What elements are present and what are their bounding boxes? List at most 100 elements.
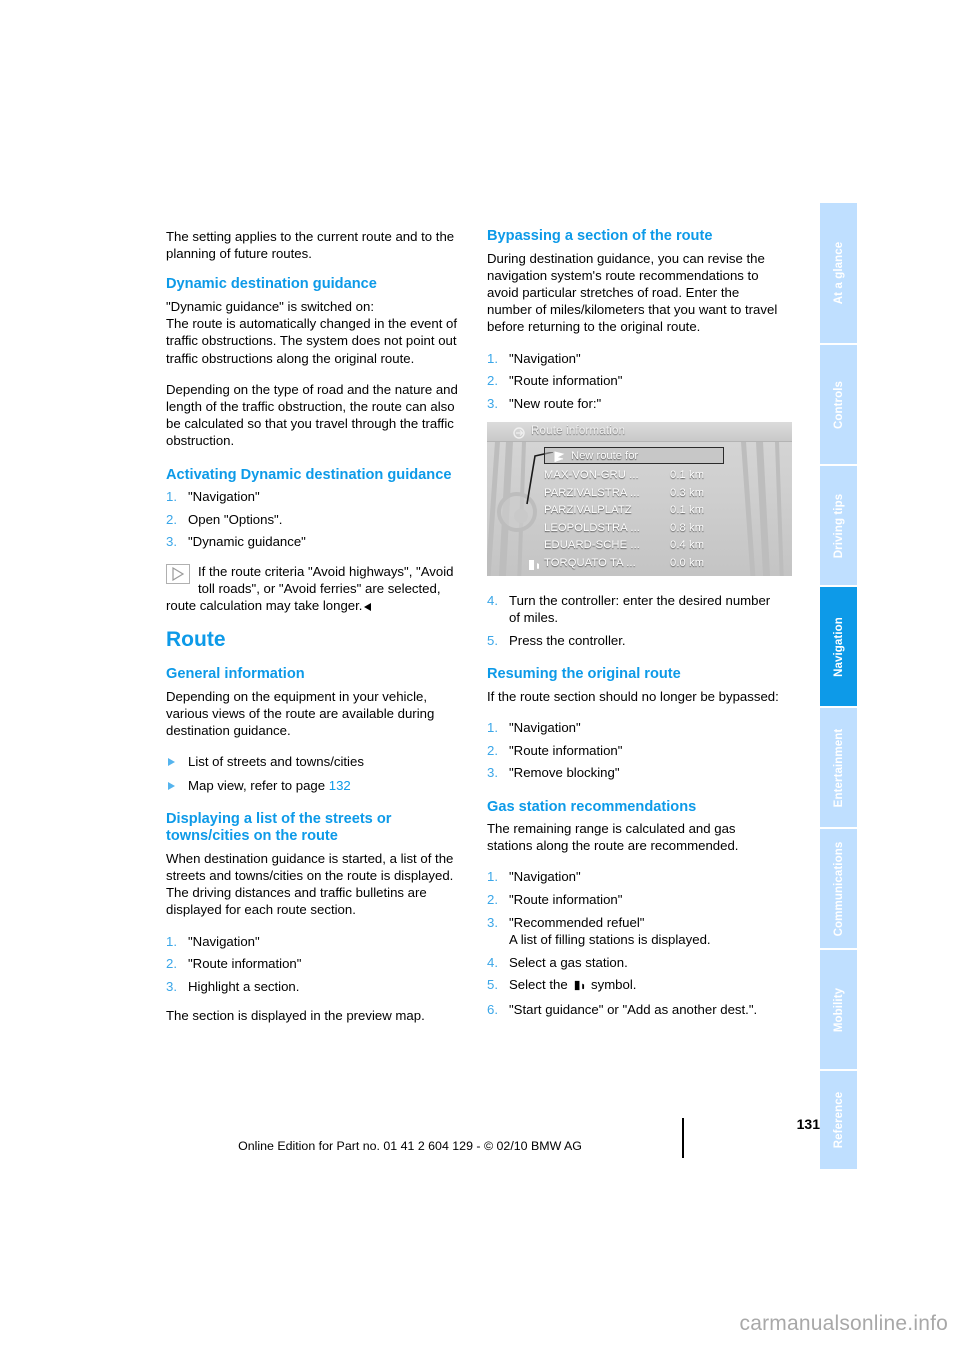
table-row[interactable]: LEOPOLDSTRA ... 0.8 km <box>544 521 729 539</box>
dynamic-guidance-paragraph-2: Depending on the type of road and the na… <box>166 381 458 449</box>
tab-label: Navigation <box>832 616 845 677</box>
tab-entertainment[interactable]: Entertainment <box>820 708 857 827</box>
tab-label: Mobility <box>832 987 845 1032</box>
list-item: "Recommended refuel" A list of filling s… <box>487 914 784 948</box>
flag-icon <box>552 450 566 463</box>
list-item: "Dynamic guidance" <box>166 533 306 550</box>
heading-general-information: General information <box>166 666 305 683</box>
list-item: Select a gas station. <box>487 954 784 971</box>
manual-page: At a glance Controls Driving tips Naviga… <box>0 0 960 1358</box>
heading-bypassing-a-section: Bypassing a section of the route <box>487 228 713 244</box>
left-text-column: The setting applies to the current route… <box>166 228 463 1038</box>
list-item: "Navigation" <box>166 933 260 950</box>
idrive-header-bar: Route information <box>487 422 792 443</box>
note-triangle-icon <box>166 563 190 584</box>
list-item: Open "Options". <box>166 511 283 528</box>
tab-controls[interactable]: Controls <box>820 345 857 464</box>
street-name: MAX-VON-GRU ... <box>544 469 639 482</box>
route-info-icon <box>513 426 525 439</box>
list-item: Turn the controller: enter the desired n… <box>487 592 771 626</box>
tab-label: Entertainment <box>832 728 845 807</box>
list-item: Map view, refer to page 132 <box>166 777 463 794</box>
street-distance: 0.8 km <box>670 521 705 534</box>
list-item: "Remove blocking" <box>487 764 620 781</box>
resuming-paragraph: If the route section should no longer be… <box>487 688 779 704</box>
list-item: "Navigation" <box>166 488 260 505</box>
step-text: "Navigation" <box>509 869 581 885</box>
tab-navigation[interactable]: Navigation <box>820 587 857 706</box>
street-name: PARZIVALSTRA ... <box>544 486 640 499</box>
route-views-bullet-list: List of streets and towns/cities Map vie… <box>166 753 463 793</box>
tab-label: Controls <box>832 380 845 429</box>
site-watermark: carmanualsonline.info <box>739 1312 948 1335</box>
page-reference-link[interactable]: 132 <box>329 778 351 793</box>
street-name: PARZIVALPLATZ <box>544 504 632 517</box>
idrive-header-title: Route information <box>531 425 626 438</box>
list-item: Press the controller. <box>487 632 626 649</box>
bypassing-steps-4-5: Turn the controller: enter the desired n… <box>487 592 784 649</box>
general-information-paragraph: Depending on the equipment in your vehic… <box>166 688 435 739</box>
heading-displaying-list-of-streets: Displaying a list of the streets or town… <box>166 810 392 845</box>
bullet-text: List of streets and towns/cities <box>188 754 364 770</box>
resuming-steps: "Navigation" "Route information" "Remove… <box>487 719 784 782</box>
list-item: List of streets and towns/cities <box>166 753 463 770</box>
tab-label: Communications <box>832 841 845 936</box>
table-row[interactable]: PARZIVALPLATZ 0.1 km <box>544 503 729 521</box>
activating-steps-list: "Navigation" Open "Options". "Dynamic gu… <box>166 488 463 551</box>
idrive-selected-row-new-route-for[interactable]: New route for <box>544 447 724 465</box>
list-item: "Navigation" <box>487 868 784 885</box>
tab-label: At a glance <box>832 241 845 305</box>
step-text-suffix: symbol. <box>591 977 637 993</box>
tab-communications[interactable]: Communications <box>820 829 857 948</box>
list-item: "Start guidance" or "Add as another dest… <box>487 1001 784 1018</box>
map-road-line <box>774 422 784 577</box>
bypassing-paragraph: During destination guidance, you can rev… <box>487 250 778 335</box>
tab-at-a-glance[interactable]: At a glance <box>820 203 857 343</box>
displaying-list-steps: "Navigation" "Route information" Highlig… <box>166 933 463 996</box>
heading-route: Route <box>166 628 226 652</box>
list-item: "Navigation" <box>487 350 581 367</box>
displaying-list-closing: The section is displayed in the preview … <box>166 1008 425 1024</box>
tab-label: Reference <box>832 1091 845 1149</box>
table-row[interactable]: TORQUATO TA ... 0.0 km <box>529 556 729 574</box>
idrive-route-list: MAX-VON-GRU ... 0.1 km PARZIVALSTRA ... … <box>529 468 729 574</box>
tab-driving-tips[interactable]: Driving tips <box>820 466 857 585</box>
heading-dynamic-destination-guidance: Dynamic destination guidance <box>166 276 377 293</box>
table-row[interactable]: MAX-VON-GRU ... 0.1 km <box>544 468 729 486</box>
heading-resuming-the-original-route: Resuming the original route <box>487 666 681 683</box>
chapter-tab-rail: At a glance Controls Driving tips Naviga… <box>820 203 857 1169</box>
step-text: "Start guidance" or "Add as another dest… <box>509 1002 758 1018</box>
gas-station-paragraph: The remaining range is calculated and ga… <box>487 821 739 854</box>
heading-activating-dynamic-destination-guidance: Activating Dynamic destination guidance <box>166 466 452 483</box>
table-row[interactable]: EDUARD-SCHE ... 0.4 km <box>544 538 729 556</box>
dynamic-guidance-paragraph-1: "Dynamic guidance" is switched on: The r… <box>166 298 458 366</box>
idrive-selected-row-label: New route for <box>571 450 639 463</box>
street-name: LEOPOLDSTRA ... <box>544 521 641 534</box>
step-text: "Recommended refuel" <box>509 914 645 930</box>
bypassing-steps-1-3: "Navigation" "Route information" "New ro… <box>487 350 784 413</box>
displaying-list-paragraph: When destination guidance is started, a … <box>166 850 454 918</box>
step-text: Select a gas station. <box>509 954 628 970</box>
list-item: Select the symbol. <box>487 976 784 995</box>
heading-gas-station-recommendations: Gas station recommendations <box>487 798 697 815</box>
list-item: "Route information" <box>487 891 784 908</box>
intro-paragraph: The setting applies to the current route… <box>166 229 455 262</box>
bullet-text: Map view, refer to page <box>188 777 329 793</box>
street-name: TORQUATO TA ... <box>544 556 636 569</box>
imprint-line: Online Edition for Part no. 01 41 2 604 … <box>238 1139 582 1153</box>
street-distance: 0.3 km <box>670 486 705 499</box>
street-distance: 0.1 km <box>670 504 705 517</box>
note-block: If the route criteria "Avoid highways", … <box>166 563 463 615</box>
tab-mobility[interactable]: Mobility <box>820 950 857 1069</box>
list-item: "Route information" <box>487 372 623 389</box>
street-distance: 0.0 km <box>670 556 705 569</box>
street-name: EDUARD-SCHE ... <box>544 539 640 552</box>
step-subtext: A list of filling stations is displayed. <box>509 932 711 948</box>
list-item: "Route information" <box>487 742 623 759</box>
footer-accent-bar <box>821 1116 827 1160</box>
table-row[interactable]: PARZIVALSTRA ... 0.3 km <box>544 486 729 504</box>
step-text-prefix: Select the <box>509 977 568 993</box>
street-distance: 0.4 km <box>670 539 705 552</box>
right-text-column: Bypassing a section of the route During … <box>487 228 792 1030</box>
end-of-note-marker <box>364 603 372 612</box>
